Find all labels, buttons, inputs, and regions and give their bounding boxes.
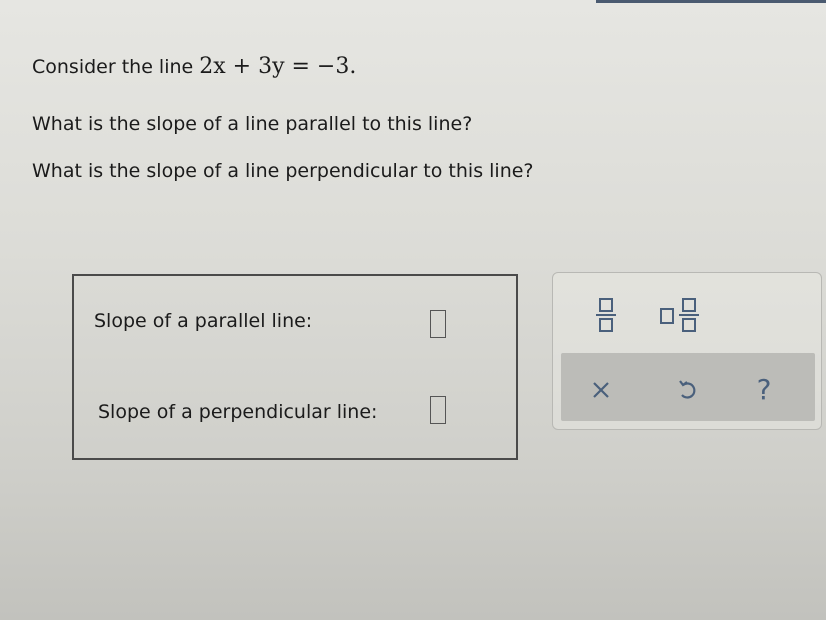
fraction-icon <box>596 298 616 332</box>
perpendicular-slope-label: Slope of a perpendicular line: <box>98 401 378 423</box>
question-line-equation: Consider the line 2x + 3y = −3. <box>32 54 356 79</box>
help-button[interactable]: ? <box>749 369 779 409</box>
clear-button[interactable] <box>587 373 615 407</box>
perpendicular-slope-input[interactable] <box>430 396 446 424</box>
parallel-slope-input[interactable] <box>430 310 446 338</box>
parallel-slope-label: Slope of a parallel line: <box>94 310 313 332</box>
answer-box: Slope of a parallel line: Slope of a per… <box>72 274 518 460</box>
line-equation: 2x + 3y = −3. <box>199 54 357 79</box>
undo-button[interactable] <box>673 371 703 409</box>
close-icon <box>593 382 609 398</box>
math-tool-panel: ? <box>552 272 822 430</box>
question-parallel: What is the slope of a line parallel to … <box>32 113 473 135</box>
question-perpendicular: What is the slope of a line perpendicula… <box>32 160 534 182</box>
fraction-button[interactable] <box>591 293 621 337</box>
top-accent-bar <box>596 0 826 3</box>
help-icon: ? <box>756 372 772 406</box>
undo-icon <box>679 380 696 399</box>
question-prefix: Consider the line <box>32 56 200 78</box>
mixed-number-icon <box>660 298 699 332</box>
mixed-number-button[interactable] <box>657 293 707 337</box>
